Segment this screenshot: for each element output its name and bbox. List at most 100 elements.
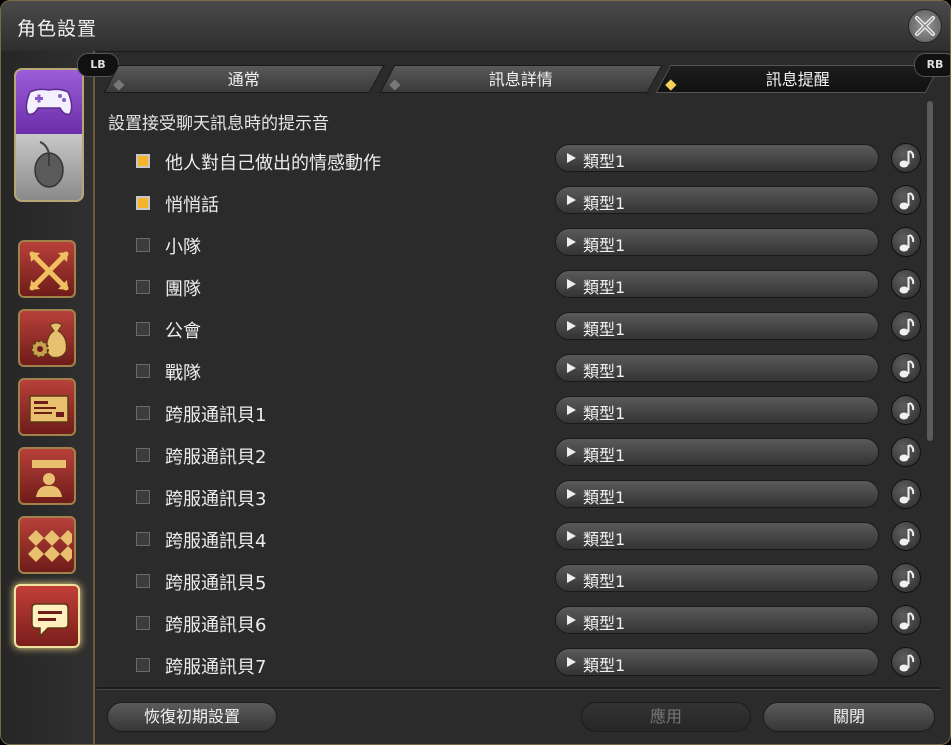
setting-row: 戰隊 類型1 [97, 350, 927, 392]
input-mode-switch[interactable] [14, 68, 84, 202]
row-label: 跨服通訊貝7 [165, 657, 267, 678]
row-label: 跨服通訊貝3 [165, 489, 267, 510]
sound-type-value: 類型1 [583, 320, 626, 339]
sidebar-item-character[interactable] [18, 447, 76, 505]
dropdown-arrow-icon [567, 363, 576, 373]
checker-pattern-icon [28, 530, 72, 562]
sound-type-dropdown[interactable]: 類型1 [555, 354, 879, 382]
enable-checkbox[interactable] [136, 154, 150, 168]
tab-strip: LB 通常 訊息詳情 訊息提醒 RB [77, 51, 950, 99]
title-bar[interactable]: 角色設置 [1, 1, 950, 52]
dropdown-arrow-icon [567, 405, 576, 415]
setting-row: 跨服通訊貝4 類型1 [97, 518, 927, 560]
character-icon [32, 460, 66, 497]
sound-type-value: 類型1 [583, 530, 626, 549]
sound-type-dropdown[interactable]: 類型1 [555, 228, 879, 256]
music-note-icon[interactable] [891, 437, 921, 467]
enable-checkbox[interactable] [136, 364, 150, 378]
music-note-icon[interactable] [891, 143, 921, 173]
sound-type-value: 類型1 [583, 404, 626, 423]
scrollbar[interactable] [927, 101, 933, 441]
sound-type-dropdown[interactable]: 類型1 [555, 480, 879, 508]
sound-type-dropdown[interactable]: 類型1 [555, 648, 879, 676]
dropdown-arrow-icon [567, 153, 576, 163]
music-note-icon[interactable] [891, 269, 921, 299]
sound-type-value: 類型1 [583, 488, 626, 507]
row-label: 他人對自己做出的情感動作 [165, 153, 381, 174]
setting-row: 跨服通訊貝2 類型1 [97, 434, 927, 476]
sidebar-item-chat[interactable] [14, 584, 80, 648]
sound-type-dropdown[interactable]: 類型1 [555, 186, 879, 214]
sound-type-dropdown[interactable]: 類型1 [555, 312, 879, 340]
enable-checkbox[interactable] [136, 658, 150, 672]
row-label: 公會 [165, 321, 201, 342]
footer-divider [97, 687, 941, 690]
enable-checkbox[interactable] [136, 532, 150, 546]
sound-type-value: 類型1 [583, 362, 626, 381]
close-x-icon[interactable] [908, 9, 942, 43]
sound-type-dropdown[interactable]: 類型1 [555, 522, 879, 550]
enable-checkbox[interactable] [136, 616, 150, 630]
setting-row: 小隊 類型1 [97, 224, 927, 266]
rb-button[interactable]: RB [914, 53, 950, 77]
dropdown-arrow-icon [567, 195, 576, 205]
mouse-mode[interactable] [16, 134, 82, 200]
enable-checkbox[interactable] [136, 280, 150, 294]
row-label: 跨服通訊貝5 [165, 573, 267, 594]
music-note-icon[interactable] [891, 479, 921, 509]
tab-message-details[interactable]: 訊息詳情 [379, 65, 663, 93]
apply-button[interactable]: 應用 [581, 702, 751, 732]
sound-type-value: 類型1 [583, 152, 626, 171]
music-note-icon[interactable] [891, 521, 921, 551]
enable-checkbox[interactable] [136, 406, 150, 420]
enable-checkbox[interactable] [136, 196, 150, 210]
enable-checkbox[interactable] [136, 322, 150, 336]
sound-type-dropdown[interactable]: 類型1 [555, 438, 879, 466]
sound-type-value: 類型1 [583, 236, 626, 255]
character-config-window: 角色設置 LB 通常 訊息詳情 訊息提醒 RB 設置接受聊天訊息時的提示音 他人… [0, 0, 951, 745]
settings-content: 設置接受聊天訊息時的提示音 他人對自己做出的情感動作 類型1 悄悄話 類型1 小隊 類型1… [97, 99, 937, 687]
crossed-arrows-icon [29, 251, 69, 291]
music-note-icon[interactable] [891, 311, 921, 341]
sidebar-item-combat[interactable] [18, 240, 76, 298]
setting-row: 公會 類型1 [97, 308, 927, 350]
row-label: 戰隊 [165, 363, 201, 384]
setting-row: 跨服通訊貝6 類型1 [97, 602, 927, 644]
sound-type-dropdown[interactable]: 類型1 [555, 606, 879, 634]
sidebar-item-items[interactable] [18, 309, 76, 367]
gear-bag-icon [31, 322, 67, 358]
setting-row: 跨服通訊貝7 類型1 [97, 644, 927, 686]
row-label: 跨服通訊貝6 [165, 615, 267, 636]
sidebar-item-hotbar[interactable] [18, 516, 76, 574]
gamepad-mode[interactable] [16, 70, 82, 134]
music-note-icon[interactable] [891, 227, 921, 257]
music-note-icon[interactable] [891, 395, 921, 425]
reset-defaults-button[interactable]: 恢復初期設置 [107, 702, 277, 732]
window-title: 角色設置 [17, 18, 98, 40]
enable-checkbox[interactable] [136, 574, 150, 588]
row-label: 團隊 [165, 279, 201, 300]
mouse-icon [34, 141, 64, 188]
setting-row: 悄悄話 類型1 [97, 182, 927, 224]
tab-message-alerts[interactable]: 訊息提醒 [655, 65, 941, 93]
dropdown-arrow-icon [567, 531, 576, 541]
music-note-icon[interactable] [891, 185, 921, 215]
dropdown-arrow-icon [567, 321, 576, 331]
sound-type-value: 類型1 [583, 614, 626, 633]
sound-type-dropdown[interactable]: 類型1 [555, 564, 879, 592]
enable-checkbox[interactable] [136, 490, 150, 504]
sound-type-dropdown[interactable]: 類型1 [555, 396, 879, 424]
tab-general[interactable]: 通常 [103, 65, 385, 93]
sound-type-dropdown[interactable]: 類型1 [555, 144, 879, 172]
music-note-icon[interactable] [891, 563, 921, 593]
enable-checkbox[interactable] [136, 448, 150, 462]
music-note-icon[interactable] [891, 647, 921, 677]
music-note-icon[interactable] [891, 605, 921, 635]
sidebar-item-display[interactable] [18, 378, 76, 436]
id-card-icon [29, 395, 69, 423]
music-note-icon[interactable] [891, 353, 921, 383]
enable-checkbox[interactable] [136, 238, 150, 252]
sound-type-value: 類型1 [583, 278, 626, 297]
sound-type-dropdown[interactable]: 類型1 [555, 270, 879, 298]
close-button[interactable]: 關閉 [763, 702, 935, 732]
